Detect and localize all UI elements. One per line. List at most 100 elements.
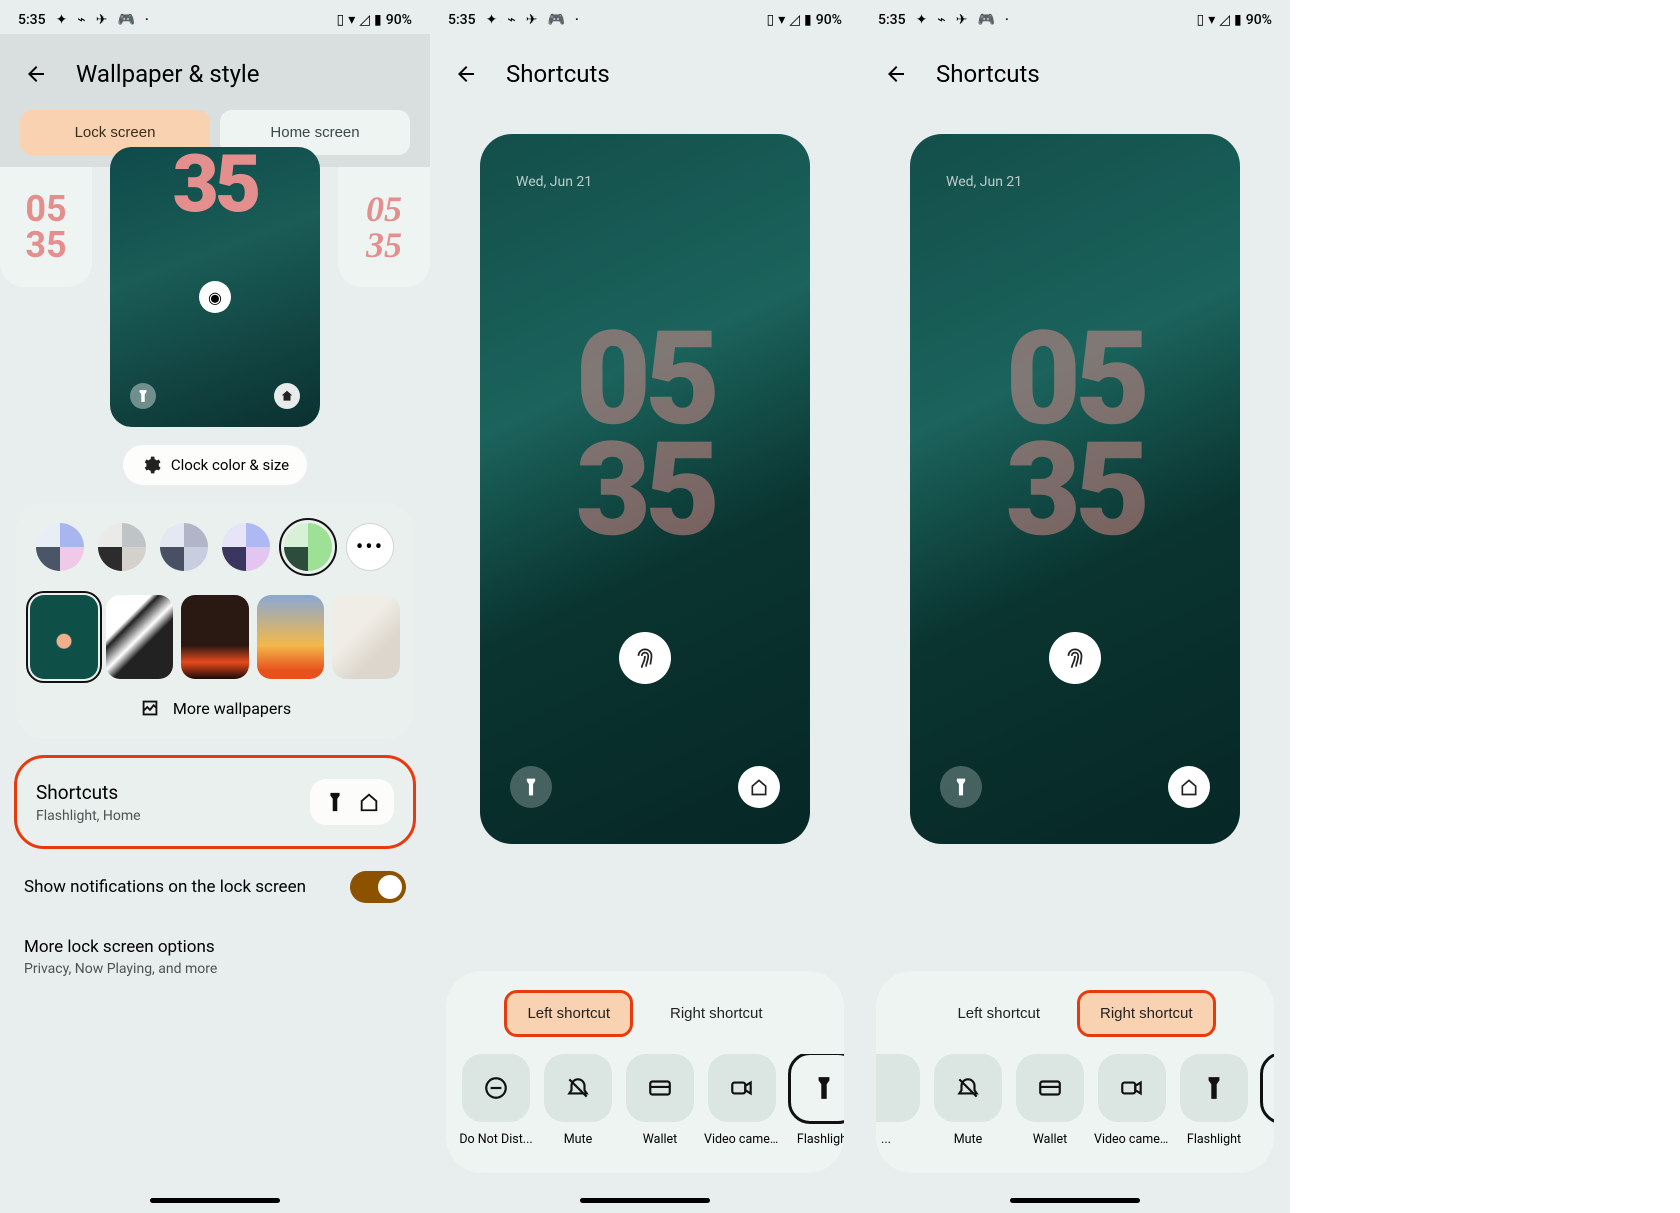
wallpaper-thumb-3[interactable]: [181, 595, 249, 679]
shortcuts-title: Shortcuts: [36, 781, 141, 804]
gesture-bar[interactable]: [580, 1198, 710, 1203]
fingerprint-icon: ◉: [199, 281, 231, 313]
shortcuts-subtitle: Flashlight, Home: [36, 808, 141, 824]
page-title: Shortcuts: [506, 60, 610, 88]
clock-style-prev[interactable]: 0535: [0, 167, 92, 287]
more-lockscreen-options-row[interactable]: More lock screen options Privacy, Now Pl…: [0, 927, 430, 1001]
status-bar: 5:35 ✦ ⌁ ✈ 🎮 · ▯ ▾ ◿ ▮ 90%: [860, 0, 1290, 34]
wallpaper-thumb-5[interactable]: [332, 595, 400, 679]
slack-icon: ✦: [486, 12, 498, 28]
home-icon: [274, 383, 300, 409]
page-title: Wallpaper & style: [76, 60, 260, 88]
notifications-toggle-row[interactable]: Show notifications on the lock screen: [0, 847, 430, 927]
back-button[interactable]: [20, 58, 52, 90]
map-icon: ⌁: [937, 12, 945, 28]
back-button[interactable]: [880, 58, 912, 90]
controller-icon: 🎮: [977, 12, 994, 28]
signal-icon: ◿: [1219, 12, 1230, 28]
tab-left-shortcut[interactable]: Left shortcut: [937, 993, 1060, 1034]
wallpaper-thumb-4[interactable]: [257, 595, 325, 679]
slack-icon: ✦: [56, 12, 68, 28]
status-bar: 5:35 ✦ ⌁ ✈ 🎮 · ▯ ▾ ◿ ▮ 90%: [0, 0, 430, 34]
controller-icon: 🎮: [547, 12, 564, 28]
device-icon: ▯: [1197, 12, 1205, 28]
shortcut-option-wallet[interactable]: Wallet: [1012, 1054, 1088, 1147]
lockscreen-preview-large: Wed, Jun 21 0535: [910, 134, 1240, 844]
device-icon: ▯: [767, 12, 775, 28]
shortcut-option-flashlight-selected[interactable]: Flashlight: [786, 1054, 844, 1147]
clock-color-size-button[interactable]: Clock color & size: [123, 445, 307, 485]
flashlight-icon: [130, 383, 156, 409]
device-icon: ▯: [337, 12, 345, 28]
battery-icon: ▮: [804, 12, 812, 28]
shortcut-panel: Left shortcut Right shortcut ... Mute Wa…: [876, 971, 1274, 1173]
shortcuts-row[interactable]: Shortcuts Flashlight, Home: [16, 757, 414, 847]
tab-right-shortcut[interactable]: Right shortcut: [1080, 993, 1213, 1034]
shortcut-option-partial[interactable]: ...: [876, 1054, 924, 1147]
telegram-icon: ✈: [96, 12, 108, 28]
map-icon: ⌁: [507, 12, 515, 28]
shortcut-option-flashlight[interactable]: Flashlight: [1176, 1054, 1252, 1147]
wallpaper-thumb-1[interactable]: [30, 595, 98, 679]
wifi-icon: ▾: [1208, 12, 1215, 28]
shortcut-option-wallet[interactable]: Wallet: [622, 1054, 698, 1147]
arrow-back-icon: [884, 62, 908, 86]
video-camera-icon: [1119, 1075, 1145, 1101]
dot-icon: ·: [1005, 12, 1009, 28]
image-icon: [139, 697, 161, 719]
color-swatch-5-selected[interactable]: [284, 523, 332, 571]
fingerprint-icon: [619, 632, 671, 684]
left-shortcut-preview: [510, 766, 552, 808]
mute-icon: [955, 1075, 981, 1101]
video-camera-icon: [729, 1075, 755, 1101]
battery-pct: 90%: [386, 12, 412, 28]
lockscreen-preview[interactable]: 35 ◉: [110, 147, 320, 427]
shortcut-option-mute[interactable]: Mute: [930, 1054, 1006, 1147]
telegram-icon: ✈: [956, 12, 968, 28]
shortcut-option-video[interactable]: Video camera: [704, 1054, 780, 1147]
wallpaper-thumb-2[interactable]: [106, 595, 174, 679]
color-swatch-2[interactable]: [98, 523, 146, 571]
color-swatch-4[interactable]: [222, 523, 270, 571]
dot-icon: ·: [145, 12, 149, 28]
gesture-bar[interactable]: [1010, 1198, 1140, 1203]
wallet-icon: [1037, 1075, 1063, 1101]
battery-icon: ▮: [374, 12, 382, 28]
dot-icon: ·: [575, 12, 579, 28]
preview-date: Wed, Jun 21: [516, 174, 592, 190]
flashlight-icon: [324, 791, 346, 813]
battery-icon: ▮: [1234, 12, 1242, 28]
dnd-icon: [483, 1075, 509, 1101]
back-button[interactable]: [450, 58, 482, 90]
home-icon: [358, 791, 380, 813]
shortcut-option-video[interactable]: Video camera: [1094, 1054, 1170, 1147]
shortcut-option-mute[interactable]: Mute: [540, 1054, 616, 1147]
toggle-on[interactable]: [350, 871, 406, 903]
gesture-bar[interactable]: [150, 1198, 280, 1203]
shortcut-panel: Left shortcut Right shortcut Do Not Dist…: [446, 971, 844, 1173]
left-shortcut-preview: [940, 766, 982, 808]
shortcut-option-dnd[interactable]: Do Not Dist...: [458, 1054, 534, 1147]
gear-icon: [141, 455, 161, 475]
color-swatch-1[interactable]: [36, 523, 84, 571]
status-time: 5:35: [18, 12, 46, 28]
right-shortcut-preview: [738, 766, 780, 808]
color-swatch-3[interactable]: [160, 523, 208, 571]
map-icon: ⌁: [77, 12, 85, 28]
arrow-back-icon: [454, 62, 478, 86]
tab-left-shortcut[interactable]: Left shortcut: [507, 993, 630, 1034]
status-bar: 5:35 ✦ ⌁ ✈ 🎮 · ▯ ▾ ◿ ▮ 90%: [430, 0, 860, 34]
more-wallpapers-button[interactable]: More wallpapers: [30, 697, 400, 719]
more-colors-button[interactable]: •••: [346, 523, 394, 571]
mute-icon: [565, 1075, 591, 1101]
arrow-back-icon: [24, 62, 48, 86]
signal-icon: ◿: [359, 12, 370, 28]
lockscreen-preview-large: Wed, Jun 21 0535: [480, 134, 810, 844]
page-title: Shortcuts: [936, 60, 1040, 88]
tab-right-shortcut[interactable]: Right shortcut: [650, 993, 783, 1034]
flashlight-icon: [1201, 1075, 1227, 1101]
telegram-icon: ✈: [526, 12, 538, 28]
shortcut-option-home-selected[interactable]: Home: [1258, 1054, 1274, 1147]
wifi-icon: ▾: [348, 12, 355, 28]
clock-style-next[interactable]: 0535: [338, 167, 430, 287]
